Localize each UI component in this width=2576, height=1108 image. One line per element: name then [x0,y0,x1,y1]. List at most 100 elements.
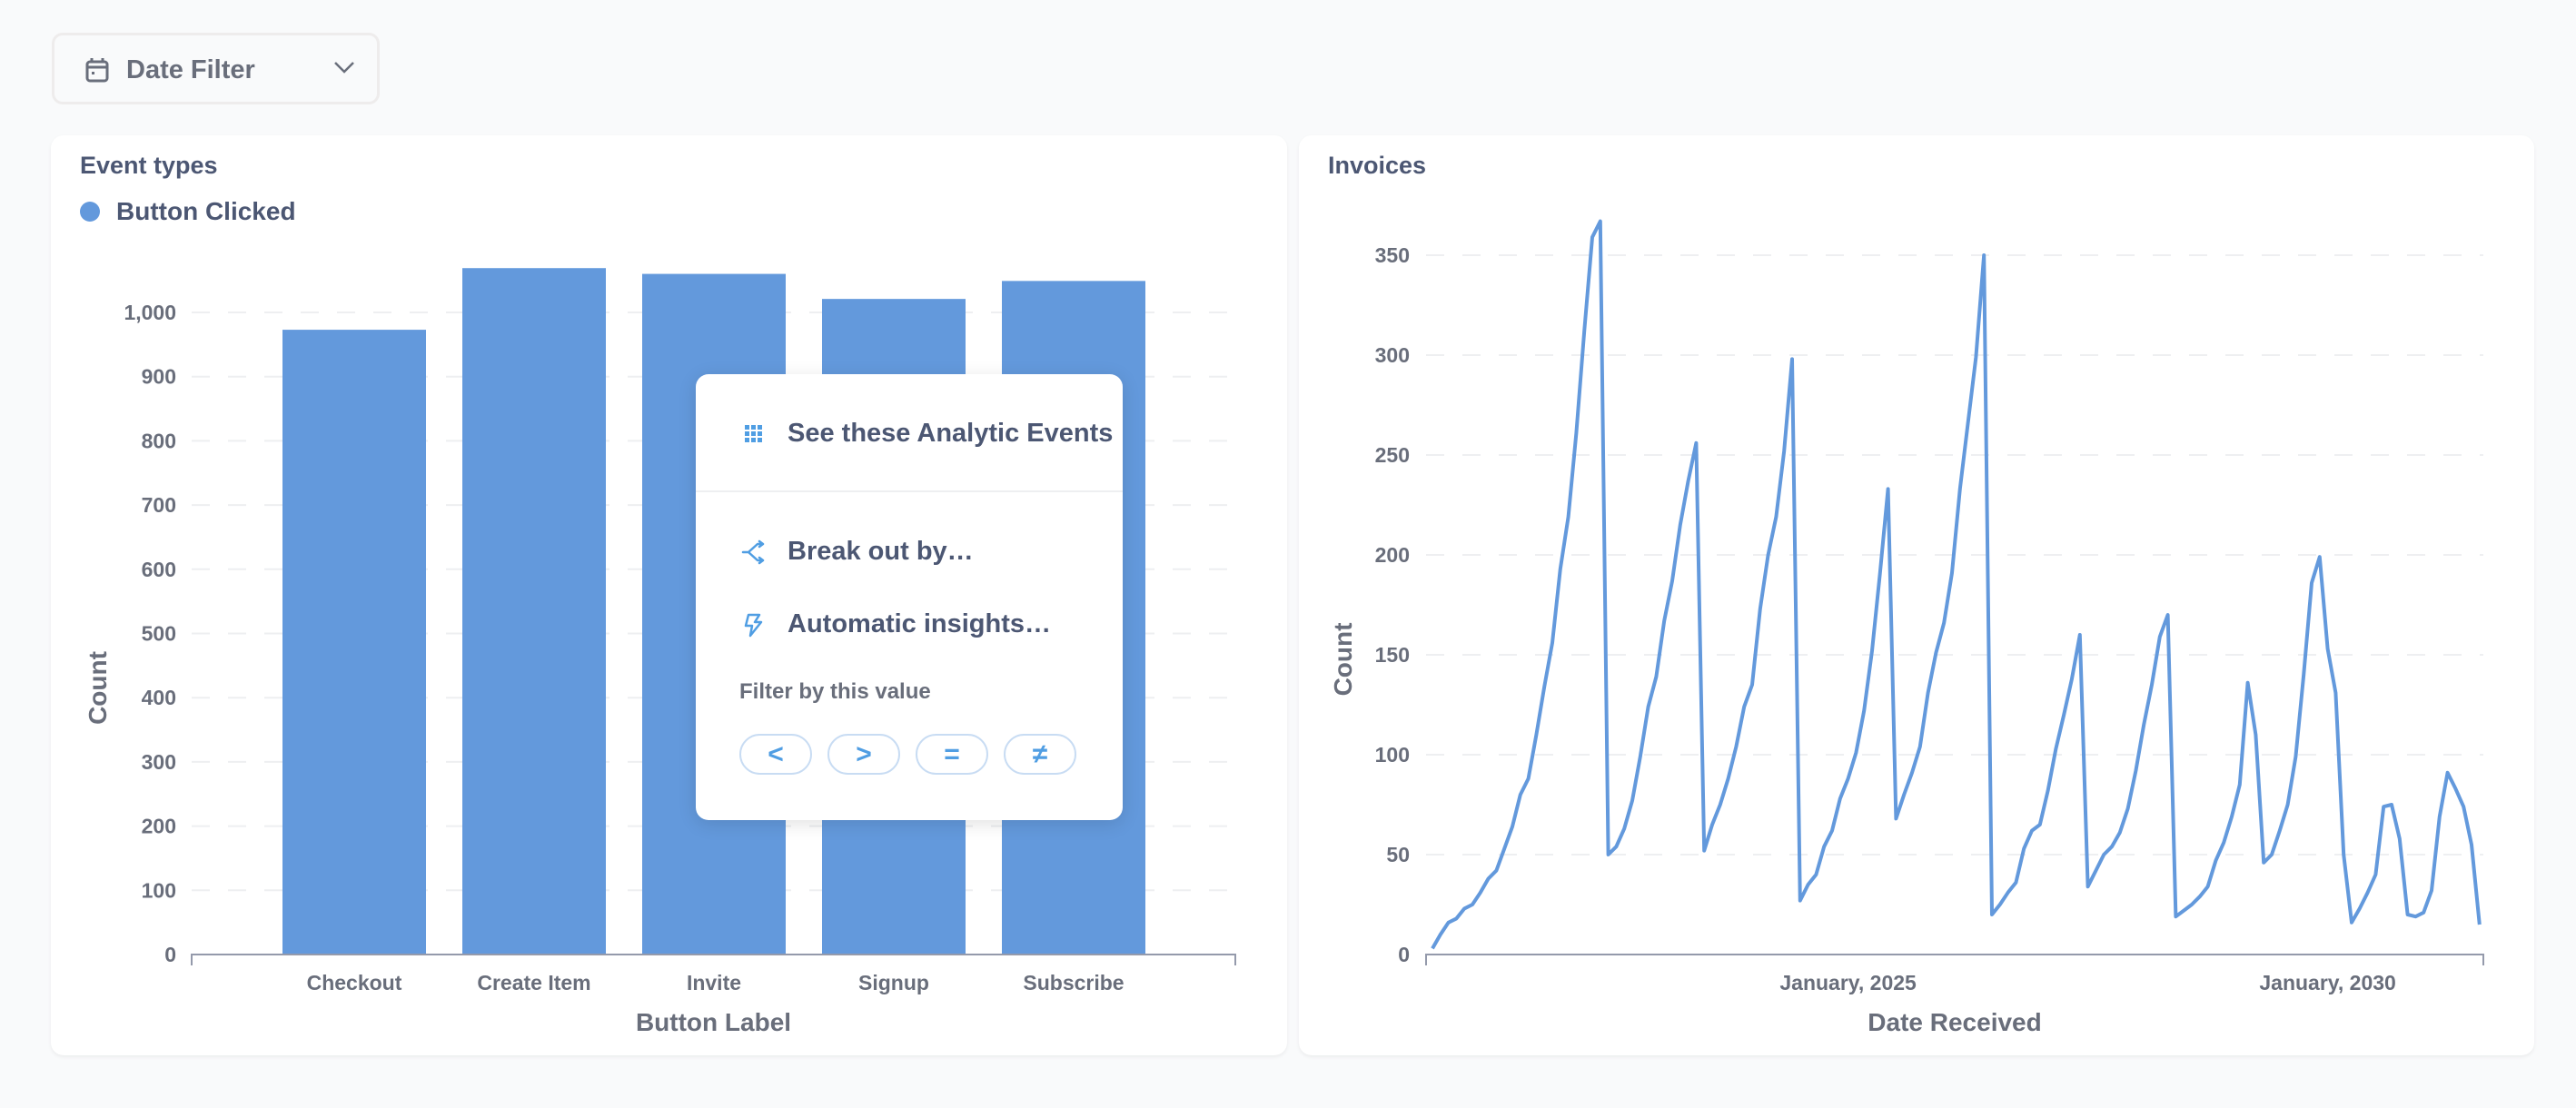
data-point[interactable] [1650,671,1661,682]
data-point[interactable] [1787,353,1798,364]
data-point[interactable] [1947,568,1957,579]
data-point[interactable] [1795,895,1806,906]
data-point[interactable] [1883,483,1894,494]
data-point[interactable] [1915,741,1926,752]
data-point[interactable] [2306,578,2317,589]
data-point[interactable] [2323,643,2333,654]
data-point[interactable] [1619,823,1630,834]
data-point[interactable] [2426,885,2437,896]
data-point[interactable] [2250,729,2261,740]
data-point[interactable] [1699,846,1709,856]
data-point[interactable] [2458,801,2469,812]
data-point[interactable] [2058,709,2069,720]
data-point[interactable] [2130,766,2141,777]
data-point[interactable] [2266,849,2277,860]
data-point[interactable] [2418,907,2429,918]
data-point[interactable] [1690,438,1701,449]
data-point[interactable] [2106,841,2117,852]
data-point[interactable] [1778,446,1789,457]
data-point[interactable] [2010,877,2021,888]
data-point[interactable] [1978,250,1989,261]
data-point[interactable] [1770,511,1781,522]
data-point[interactable] [2138,719,2149,730]
data-point[interactable] [2243,678,2254,688]
data-point[interactable] [1683,476,1694,487]
data-point[interactable] [1963,418,1974,429]
data-point[interactable] [2386,799,2397,810]
data-point[interactable] [1610,841,1621,852]
data-point[interactable] [2234,779,2245,790]
data-point[interactable] [1667,576,1678,587]
data-point[interactable] [2370,869,2381,880]
data-point[interactable] [2090,866,2101,876]
data-point[interactable] [2035,819,2046,830]
data-point[interactable] [2043,786,2054,796]
see-analytic-events-item[interactable]: See these Analytic Events [696,406,1123,460]
data-point[interactable] [2186,899,2197,910]
data-point[interactable] [2050,743,2061,754]
data-point[interactable] [1843,773,1854,784]
data-point[interactable] [1467,899,1478,910]
data-point[interactable] [1627,796,1638,806]
data-point[interactable] [2450,783,2461,794]
data-point[interactable] [2083,881,2094,892]
data-point[interactable] [2075,629,2086,640]
data-point[interactable] [2195,891,2205,902]
data-point[interactable] [2346,917,2357,928]
data-point[interactable] [1435,929,1446,940]
data-point[interactable] [1643,701,1654,712]
data-point[interactable] [1483,873,1494,884]
data-point[interactable] [1827,826,1838,836]
data-point[interactable] [1659,616,1669,627]
data-point[interactable] [2354,903,2365,914]
data-point[interactable] [2123,803,2134,814]
data-point[interactable] [1570,428,1581,439]
data-point[interactable] [1723,773,1734,784]
data-point[interactable] [1923,688,1934,698]
data-point[interactable] [1427,943,1438,954]
data-point[interactable] [1730,741,1741,752]
data-point[interactable] [2258,857,2269,868]
data-point[interactable] [1739,701,1749,712]
data-point[interactable] [2155,631,2165,642]
data-point[interactable] [1707,819,1718,830]
data-point[interactable] [1907,767,1917,778]
data-point[interactable] [2394,833,2405,844]
data-point[interactable] [1515,789,1526,800]
data-point[interactable] [2330,688,2341,698]
data-point[interactable] [2290,751,2301,762]
data-point[interactable] [1867,646,1878,657]
not-equals-button[interactable]: ≠ [1004,734,1076,775]
data-point[interactable] [2338,849,2349,860]
bar[interactable] [462,268,606,955]
data-point[interactable] [1507,821,1518,832]
data-point[interactable] [1531,729,1541,740]
data-point[interactable] [1938,618,1949,628]
data-point[interactable] [1970,351,1981,362]
data-point[interactable] [1835,793,1846,804]
data-point[interactable] [1850,747,1861,758]
break-out-by-item[interactable]: Break out by… [696,524,1123,579]
data-point[interactable] [2218,837,2229,848]
data-point[interactable] [2442,767,2453,778]
data-point[interactable] [2314,551,2325,562]
data-point[interactable] [1603,849,1614,860]
data-point[interactable] [2115,827,2125,838]
data-point[interactable] [1803,879,1814,890]
data-point[interactable] [1675,519,1686,530]
data-point[interactable] [2274,826,2285,836]
data-point[interactable] [2363,887,2373,898]
data-point[interactable] [1539,681,1550,692]
data-point[interactable] [1875,568,1886,579]
data-point[interactable] [2203,881,2214,892]
equals-button[interactable]: = [916,734,988,775]
data-point[interactable] [1995,899,2006,910]
data-point[interactable] [1547,638,1558,648]
bar[interactable] [282,330,426,955]
data-point[interactable] [2226,811,2237,822]
data-point[interactable] [2098,849,2109,860]
data-point[interactable] [1763,549,1774,560]
automatic-insights-item[interactable]: Automatic insights… [696,597,1123,651]
data-point[interactable] [1818,841,1829,852]
data-point[interactable] [2210,856,2221,866]
